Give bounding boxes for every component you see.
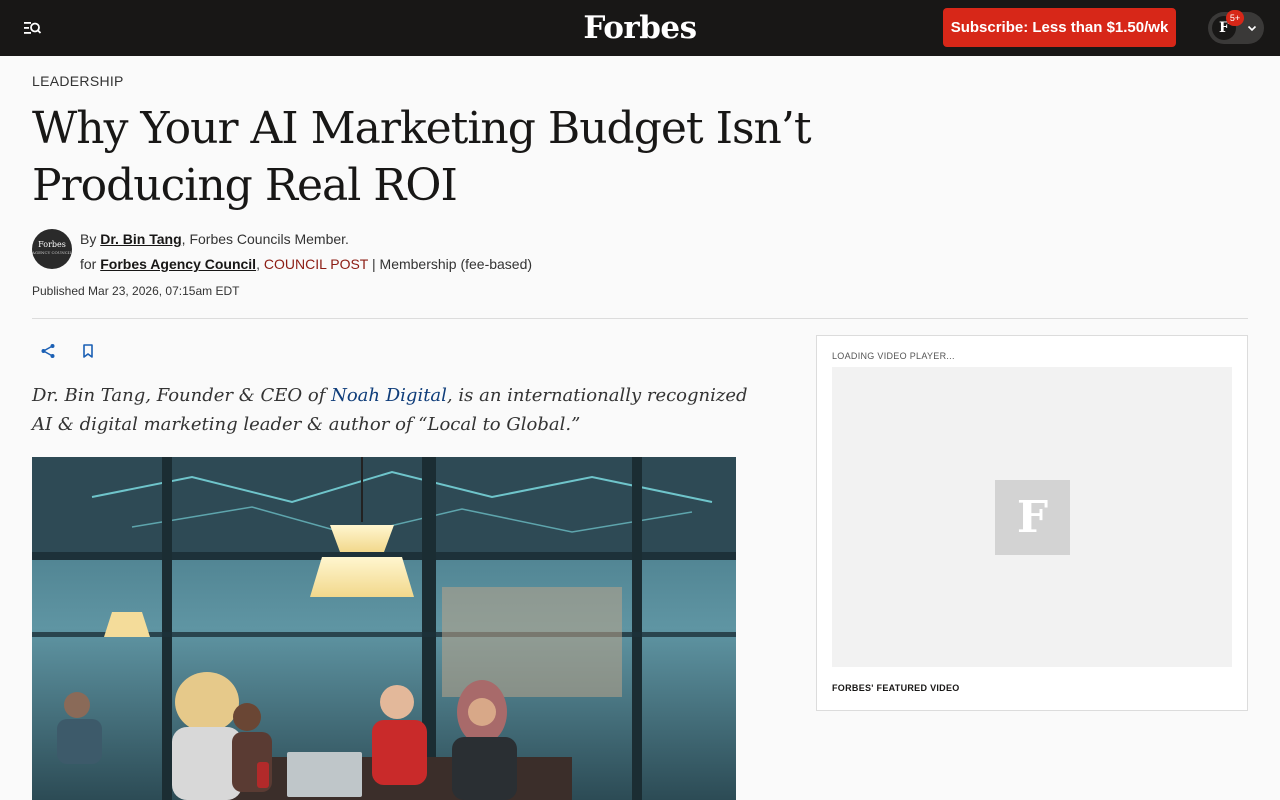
author-role: Forbes Councils Member.: [189, 231, 349, 247]
council-avatar[interactable]: Forbes AGENCY COUNCIL: [32, 229, 72, 269]
byline-for: for: [80, 256, 97, 272]
author-link[interactable]: Dr. Bin Tang: [100, 231, 181, 247]
top-nav: Forbes Subscribe: Less than $1.50/wk F 5…: [0, 0, 1280, 56]
chevron-down-icon: [1244, 20, 1260, 36]
subscribe-button[interactable]: Subscribe: Less than $1.50/wk: [943, 8, 1176, 47]
membership-note: | Membership (fee-based): [372, 256, 533, 272]
byline-council: for Forbes Agency Council, COUNCIL POST …: [80, 256, 533, 272]
share-icon[interactable]: [38, 341, 58, 361]
bio-text-before: Dr. Bin Tang, Founder & CEO of: [32, 385, 332, 406]
noah-digital-link[interactable]: Noah Digital: [331, 385, 447, 406]
council-post-label: COUNCIL POST: [263, 256, 369, 272]
search-menu-icon[interactable]: [20, 16, 44, 40]
author-bio: Dr. Bin Tang, Founder & CEO of Noah Digi…: [32, 381, 752, 439]
council-avatar-text: Forbes: [38, 240, 66, 249]
bookmark-icon[interactable]: [78, 341, 98, 361]
video-caption: FORBES' FEATURED VIDEO: [832, 683, 960, 693]
featured-video-module: LOADING VIDEO PLAYER... F FORBES' FEATUR…: [816, 335, 1248, 711]
byline-by: By: [80, 231, 97, 247]
video-loading-label: LOADING VIDEO PLAYER...: [832, 351, 955, 361]
account-menu[interactable]: F 5+: [1208, 10, 1264, 44]
header-divider: [32, 318, 1248, 319]
forbes-f-logo: F: [995, 480, 1070, 555]
hero-image: [32, 457, 736, 800]
published-date: Published Mar 23, 2026, 07:15am EDT: [32, 284, 240, 298]
section-label[interactable]: LEADERSHIP: [32, 73, 124, 89]
byline-author: By Dr. Bin Tang, Forbes Councils Member.: [80, 231, 349, 247]
video-player[interactable]: F: [832, 367, 1232, 667]
notification-badge: 5+: [1226, 10, 1244, 26]
article-headline: Why Your AI Marketing Budget Isn’t Produ…: [32, 103, 812, 211]
council-avatar-subtext: AGENCY COUNCIL: [32, 250, 72, 255]
council-link[interactable]: Forbes Agency Council: [100, 256, 256, 272]
forbes-logo[interactable]: Forbes: [560, 8, 720, 48]
